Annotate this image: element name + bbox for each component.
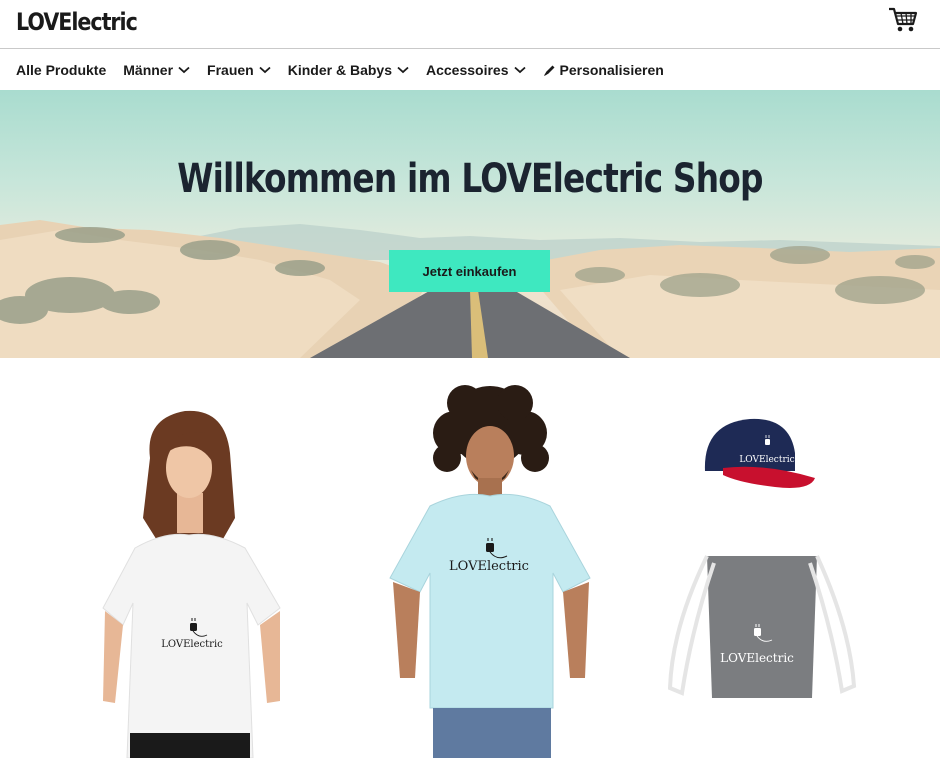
nav-item-label: Männer [123,62,174,78]
product-print-text: LOVElectric [739,455,794,465]
pencil-icon [543,65,554,76]
product-showcase: LOVElectric LOVElectric LOVElectric LOVE… [0,358,940,758]
nav-item-accessoires[interactable]: Accessoires [426,62,526,78]
chevron-down-icon [397,66,409,74]
hero-title: Willkommen im LOVElectric Shop [0,156,940,202]
nav-item-label: Kinder & Babys [287,62,392,78]
nav-item-alle-produkte[interactable]: Alle Produkte [16,62,106,78]
shopping-cart-icon[interactable] [887,6,919,34]
nav-item-personalisieren[interactable]: Personalisieren [543,62,664,78]
hero-banner: Willkommen im LOVElectric Shop Jetzt ein… [0,90,940,358]
main-nav: Alle Produkte Männer Frauen Kinder & Bab… [0,50,940,90]
nav-item-label: Frauen [207,62,254,78]
product-print-text: LOVElectric [161,639,223,650]
product-women-tshirt[interactable]: LOVElectric [95,403,295,758]
chevron-down-icon [259,66,271,74]
chevron-down-icon [178,66,190,74]
women-tshirt-image: LOVElectric [102,410,281,758]
nav-item-kinder-babys[interactable]: Kinder & Babys [288,62,409,78]
hero-title-text: Willkommen im LOVElectric Shop [177,156,763,202]
hero-background-image [0,220,940,358]
nav-item-label: Accessoires [425,62,509,78]
cap-image: LOVElectric [704,418,815,488]
nav-item-maenner[interactable]: Männer [123,62,190,78]
nav-item-frauen[interactable]: Frauen [207,62,271,78]
product-print-text: LOVElectric [720,651,794,665]
logo[interactable]: LOVElectric [16,8,138,36]
gym-bag-image: LOVElectric [667,555,857,698]
product-print-text: LOVElectric [449,559,529,574]
nav-item-label: Personalisieren [559,62,664,78]
chevron-down-icon [513,66,526,74]
nav-item-label: Alle Produkte [16,62,107,78]
header-bar: LOVElectric [0,0,940,49]
product-gym-bag[interactable]: LOVElectric [662,548,862,698]
shop-now-button[interactable]: Jetzt einkaufen [389,250,550,292]
men-tshirt-image: LOVElectric [389,385,591,758]
product-men-tshirt[interactable]: LOVElectric [385,378,600,758]
product-cap[interactable]: LOVElectric [695,413,820,493]
